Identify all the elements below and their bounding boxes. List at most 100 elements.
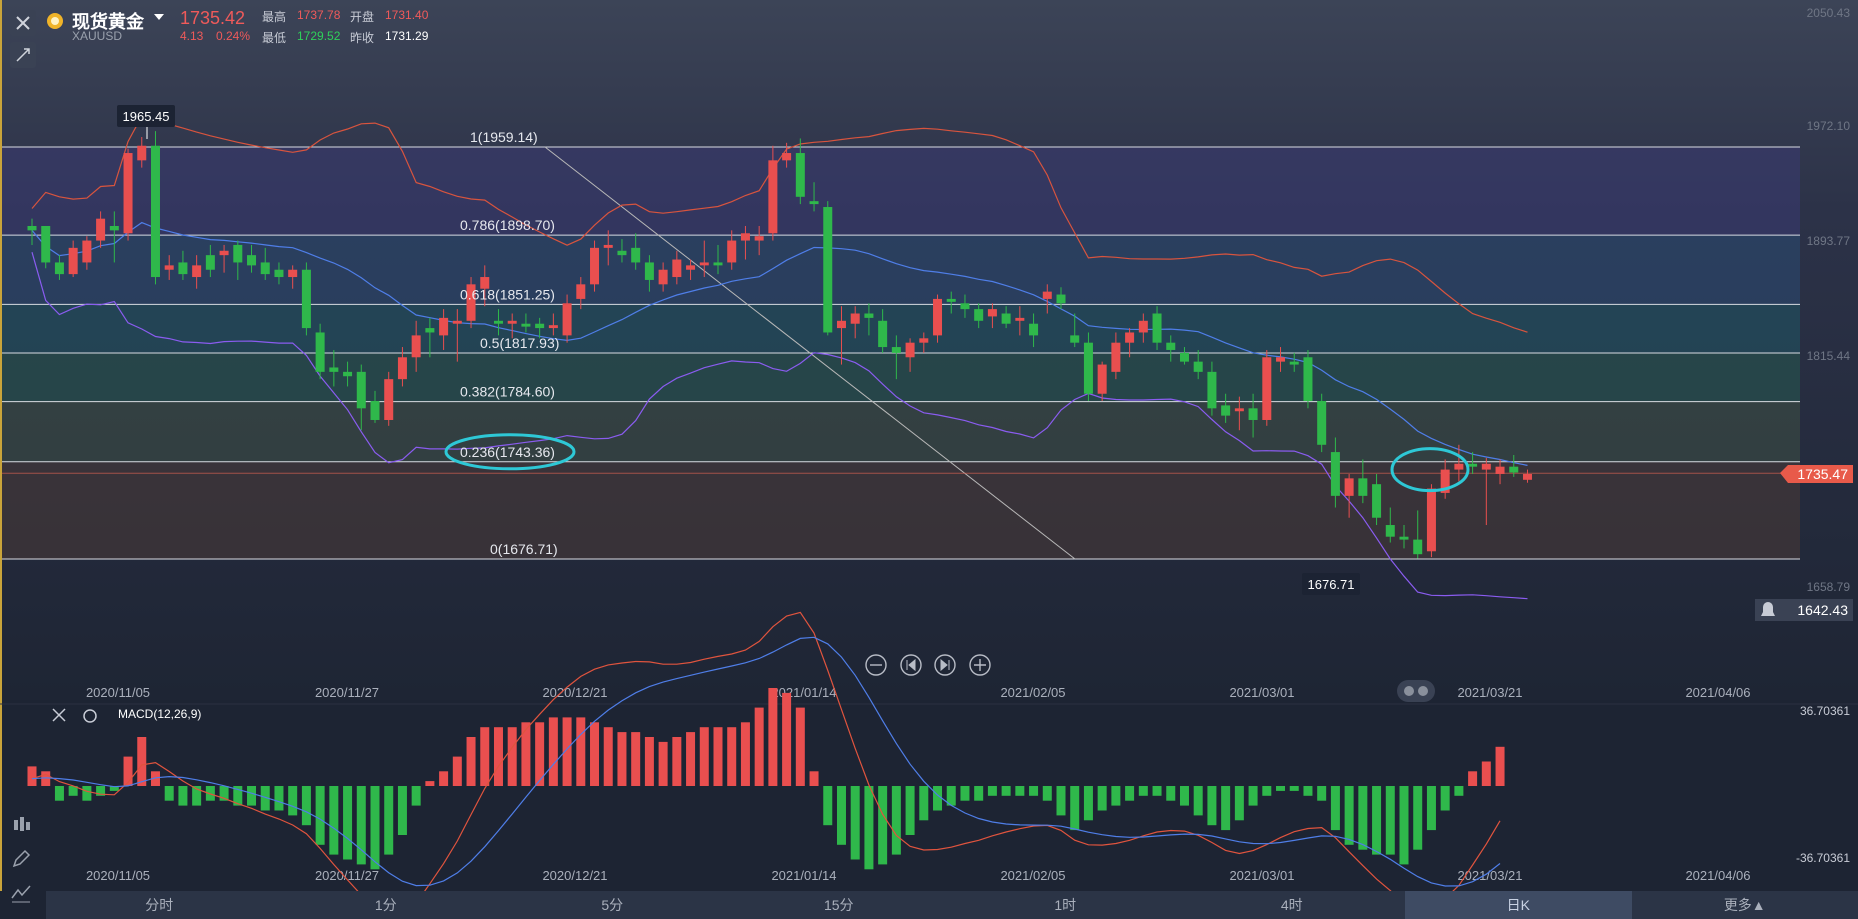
macd-bar bbox=[1111, 786, 1121, 806]
candle-body bbox=[109, 225, 119, 231]
fib-label: 0(1676.71) bbox=[490, 541, 558, 557]
macd-bar bbox=[82, 786, 92, 801]
price-axis-label: 2050.43 bbox=[1807, 6, 1851, 20]
macd-bar bbox=[1234, 786, 1244, 821]
low-label: 最低 bbox=[262, 31, 287, 45]
date-axis-label: 2021/04/06 bbox=[1685, 685, 1750, 700]
tab-1[interactable]: 1分 bbox=[273, 891, 500, 919]
candle-body bbox=[384, 379, 394, 420]
current-price: 1735.42 bbox=[180, 8, 246, 28]
macd-bar bbox=[1399, 786, 1409, 865]
candle-body bbox=[82, 240, 92, 263]
macd-bar bbox=[823, 786, 833, 826]
tab-0[interactable]: 分时 bbox=[46, 891, 273, 919]
macd-bar bbox=[727, 727, 737, 786]
candle-body bbox=[54, 262, 64, 275]
candle-body bbox=[658, 269, 668, 285]
candle-body bbox=[260, 262, 270, 275]
candle-body bbox=[247, 255, 257, 266]
indicator-button[interactable] bbox=[8, 880, 34, 906]
macd-bar bbox=[1193, 786, 1203, 816]
macd-bar bbox=[1372, 786, 1382, 855]
macd-bar bbox=[1056, 786, 1066, 816]
candle-body bbox=[864, 313, 874, 318]
candle-body bbox=[356, 371, 366, 409]
open-value: 1731.40 bbox=[385, 8, 429, 22]
date-axis-label: 2021/03/21 bbox=[1457, 868, 1522, 883]
candle-style-button[interactable] bbox=[8, 812, 34, 838]
candle-body bbox=[1522, 473, 1532, 480]
macd-bar bbox=[1289, 786, 1299, 791]
candle-body bbox=[946, 298, 956, 302]
tab-7[interactable]: 更多▲ bbox=[1632, 891, 1858, 919]
macd-bar bbox=[699, 727, 709, 786]
macd-bar bbox=[740, 722, 750, 786]
candle-body bbox=[891, 347, 901, 353]
candle-body bbox=[809, 201, 819, 205]
price-change: 4.13 bbox=[180, 29, 204, 43]
date-axis-label: 2020/11/27 bbox=[315, 868, 379, 883]
candle-body bbox=[1029, 323, 1039, 336]
candle-body bbox=[1262, 357, 1272, 420]
tab-4[interactable]: 1时 bbox=[952, 891, 1179, 919]
candle-body bbox=[521, 323, 531, 327]
macd-bar bbox=[809, 771, 819, 786]
macd-bar bbox=[1276, 786, 1286, 791]
toggle-icon bbox=[1397, 680, 1435, 702]
macd-bar bbox=[178, 786, 188, 806]
date-axis-label: 2021/01/14 bbox=[771, 868, 836, 883]
candle-body bbox=[137, 145, 147, 161]
macd-bar bbox=[1440, 786, 1450, 811]
left-toolbar bbox=[8, 812, 38, 914]
candle-body bbox=[452, 320, 462, 324]
main-chart-svg[interactable]: 1(1959.14) 0.786(1898.70) 0.618(1851.25) 0.… bbox=[0, 0, 1858, 919]
macd-label: MACD(12,26,9) bbox=[118, 707, 201, 721]
macd-bar bbox=[1179, 786, 1189, 806]
candle-body bbox=[411, 335, 421, 358]
macd-bar bbox=[1029, 786, 1039, 796]
candle-body bbox=[905, 342, 915, 358]
candle-body bbox=[562, 303, 572, 336]
candle-body bbox=[1138, 320, 1148, 333]
draw-tool-button[interactable] bbox=[10, 42, 36, 68]
macd-bar bbox=[933, 786, 943, 811]
macd-bar bbox=[919, 786, 929, 821]
candle-body bbox=[123, 153, 133, 234]
candle-body bbox=[713, 262, 723, 266]
tab-2[interactable]: 5分 bbox=[499, 891, 726, 919]
chevron-down-icon[interactable] bbox=[154, 14, 164, 22]
macd-bar bbox=[1495, 746, 1505, 786]
macd-bar bbox=[658, 741, 668, 786]
macd-bar bbox=[1015, 786, 1025, 796]
macd-bar bbox=[507, 727, 517, 786]
fib-label: 0.382(1784.60) bbox=[460, 384, 555, 400]
high-value: 1737.78 bbox=[297, 8, 341, 22]
low-value: 1729.52 bbox=[297, 29, 341, 43]
tab-5[interactable]: 4时 bbox=[1179, 891, 1406, 919]
toggle-dot bbox=[1418, 686, 1428, 696]
candle-body bbox=[1372, 484, 1382, 518]
candle-body bbox=[1509, 466, 1519, 473]
date-axis-label: 2021/04/06 bbox=[1685, 868, 1750, 883]
macd-bar bbox=[960, 786, 970, 801]
pencil-button[interactable] bbox=[8, 846, 34, 872]
candle-body bbox=[41, 225, 51, 263]
macd-bar bbox=[795, 707, 805, 786]
candle-body bbox=[836, 320, 846, 329]
candle-body bbox=[1234, 408, 1244, 412]
candle-body bbox=[1276, 357, 1286, 362]
price-axis-label: 1972.10 bbox=[1807, 119, 1851, 133]
candle-body bbox=[1358, 478, 1368, 496]
macd-bar bbox=[878, 786, 888, 865]
date-axis-label: 2020/11/27 bbox=[315, 685, 379, 700]
tab-3[interactable]: 15分 bbox=[726, 891, 953, 919]
candle-body bbox=[507, 320, 517, 324]
candle-body bbox=[603, 244, 613, 248]
close-button[interactable] bbox=[10, 10, 36, 36]
tab-6[interactable]: 日K bbox=[1405, 891, 1632, 919]
draw-icon bbox=[16, 48, 30, 62]
candle-body bbox=[1166, 342, 1176, 350]
timeframe-tabs: 分时 1分 5分 15分 1时 4时 日K 更多▲ bbox=[46, 891, 1858, 919]
macd-bar bbox=[288, 786, 298, 816]
macd-bar bbox=[137, 737, 147, 786]
